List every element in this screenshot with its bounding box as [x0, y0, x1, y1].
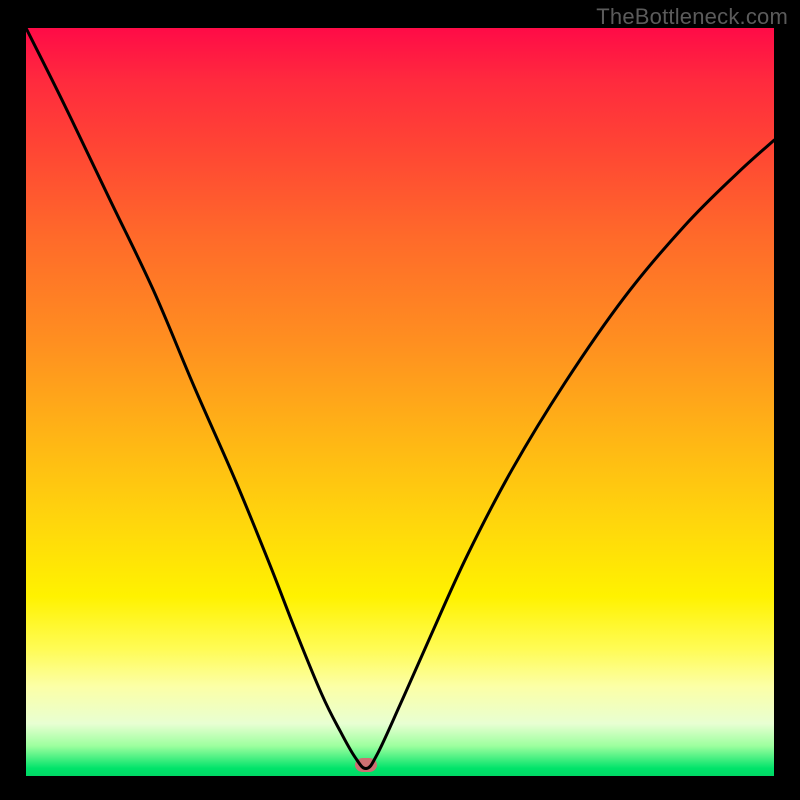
minimum-marker	[355, 758, 377, 772]
plot-gradient-background	[26, 28, 774, 776]
chart-frame: TheBottleneck.com	[0, 0, 800, 800]
watermark-text: TheBottleneck.com	[596, 4, 788, 30]
